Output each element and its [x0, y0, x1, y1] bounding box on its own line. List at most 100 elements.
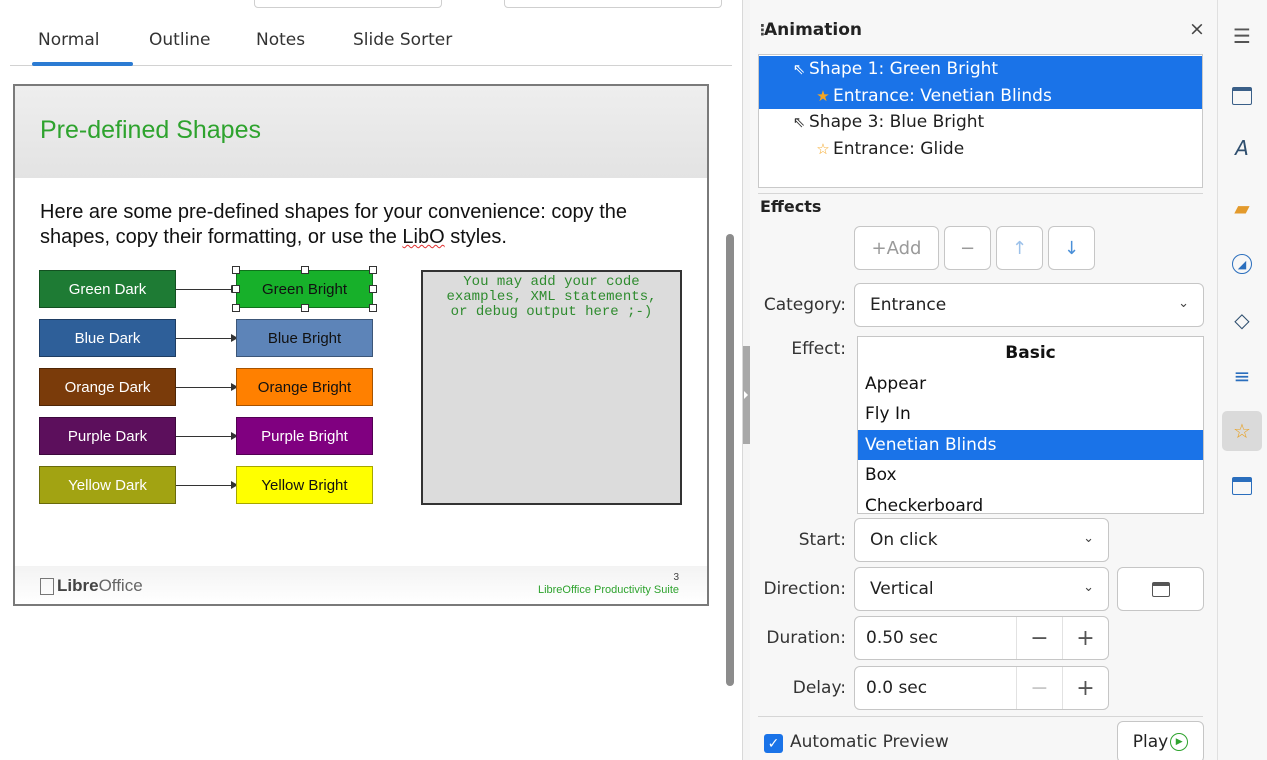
- shape-green-dark[interactable]: Green Dark: [39, 270, 176, 308]
- connector-arrow[interactable]: [176, 383, 238, 391]
- chevron-down-icon: ⌄: [1083, 531, 1094, 546]
- logo-text: Office: [98, 576, 143, 595]
- toolbar-control-partial[interactable]: [254, 0, 442, 8]
- delay-increase-button[interactable]: +: [1062, 667, 1108, 709]
- shape-orange-dark[interactable]: Orange Dark: [39, 368, 176, 406]
- selection-handle[interactable]: [232, 285, 240, 293]
- shape-yellow-dark[interactable]: Yellow Dark: [39, 466, 176, 504]
- effect-item[interactable]: Checkerboard: [858, 491, 1203, 513]
- selection-handle[interactable]: [232, 266, 240, 274]
- close-icon[interactable]: ×: [1189, 18, 1205, 40]
- slide-body-text[interactable]: Here are some pre-defined shapes for you…: [40, 200, 700, 250]
- slide-title[interactable]: Pre-defined Shapes: [40, 116, 261, 145]
- shape-yellow-bright[interactable]: Yellow Bright: [236, 466, 373, 504]
- effect-item[interactable]: Fly In: [858, 399, 1203, 430]
- effect-item[interactable]: Box: [858, 460, 1203, 491]
- effect-label: Effect:: [791, 339, 846, 359]
- tab-normal[interactable]: Normal: [38, 30, 100, 50]
- animation-item-label: Shape 1: Green Bright: [809, 59, 999, 80]
- pointer-icon: ⇖: [792, 60, 806, 79]
- tab-slide-sorter[interactable]: Slide Sorter: [353, 30, 452, 50]
- effect-group-header: Basic: [1005, 343, 1056, 364]
- connector-arrow[interactable]: [176, 334, 238, 342]
- animation-panel: ⋮ Animation × ⇖ Shape 1: Green Bright ★ En…: [750, 0, 1217, 760]
- shape-orange-bright[interactable]: Orange Bright: [236, 368, 373, 406]
- toolbar-control-partial[interactable]: [504, 0, 722, 8]
- duration-decrease-button[interactable]: −: [1016, 617, 1062, 659]
- shape-green-bright[interactable]: Green Bright: [236, 270, 373, 308]
- duration-increase-button[interactable]: +: [1062, 617, 1108, 659]
- animation-item-shape-1[interactable]: ⇖ Shape 1: Green Bright: [759, 56, 1202, 83]
- selection-handle[interactable]: [369, 304, 377, 312]
- shape-blue-dark[interactable]: Blue Dark: [39, 319, 176, 357]
- styles-icon[interactable]: A: [1222, 128, 1262, 168]
- duration-label: Duration:: [766, 628, 846, 648]
- app-window: Normal Outline Notes Slide Sorter Pre-de…: [0, 0, 1267, 760]
- tab-outline[interactable]: Outline: [149, 30, 211, 50]
- direction-dropdown[interactable]: Vertical ⌄: [854, 567, 1109, 611]
- selection-handle[interactable]: [301, 304, 309, 312]
- chevron-down-icon: ⌄: [1083, 580, 1094, 595]
- direction-value: Vertical: [870, 579, 934, 599]
- shape-purple-bright[interactable]: Purple Bright: [236, 417, 373, 455]
- connector-arrow[interactable]: [176, 432, 238, 440]
- tab-notes[interactable]: Notes: [256, 30, 305, 50]
- animation-icon[interactable]: ☆: [1222, 411, 1262, 451]
- selection-handle[interactable]: [369, 285, 377, 293]
- play-button[interactable]: Play ▶: [1117, 721, 1204, 760]
- start-dropdown[interactable]: On click ⌄: [854, 518, 1109, 562]
- active-tab-indicator: [32, 62, 133, 66]
- automatic-preview-label: Automatic Preview: [790, 732, 949, 752]
- properties-icon[interactable]: [1222, 76, 1262, 116]
- vertical-scrollbar[interactable]: [726, 234, 734, 686]
- navigator-icon[interactable]: ◢: [1222, 244, 1262, 284]
- gallery-icon[interactable]: ▰: [1222, 188, 1262, 228]
- animation-item-label: Shape 3: Blue Bright: [809, 112, 985, 133]
- duration-spinbox[interactable]: 0.50 sec − +: [854, 616, 1109, 660]
- shapes-icon[interactable]: ◇: [1222, 300, 1262, 340]
- slide-footer-text: LibreOffice Productivity Suite: [537, 584, 679, 596]
- add-effect-button[interactable]: +Add: [854, 226, 939, 270]
- delay-value[interactable]: 0.0 sec: [855, 678, 1016, 698]
- divider: [758, 716, 1203, 717]
- animation-item-entrance-venetian[interactable]: ★ Entrance: Venetian Blinds: [759, 82, 1202, 109]
- selection-handle[interactable]: [301, 266, 309, 274]
- sidebar-splitter[interactable]: [742, 0, 750, 760]
- selection-handle[interactable]: [369, 266, 377, 274]
- logo-bold-text: Libre: [57, 576, 99, 595]
- menu-icon[interactable]: ☰: [1222, 16, 1262, 56]
- code-line: You may add your code: [463, 274, 640, 290]
- animation-item-entrance-glide[interactable]: ☆ Entrance: Glide: [759, 136, 1202, 163]
- delay-decrease-button[interactable]: −: [1016, 667, 1062, 709]
- animation-item-shape-3[interactable]: ⇖ Shape 3: Blue Bright: [759, 109, 1202, 136]
- effect-options-button[interactable]: [1117, 567, 1204, 611]
- animation-list[interactable]: ⇖ Shape 1: Green Bright ★ Entrance: Veneti…: [758, 54, 1203, 188]
- effect-item-selected[interactable]: Venetian Blinds: [858, 429, 1203, 460]
- connector-arrow[interactable]: [176, 285, 238, 293]
- effect-list[interactable]: Basic Appear Fly In Venetian Blinds Box …: [857, 336, 1204, 514]
- star-icon: ☆: [816, 139, 830, 158]
- slide-canvas[interactable]: Pre-defined Shapes Here are some pre-def…: [13, 84, 709, 606]
- code-text-box[interactable]: You may add your code examples, XML stat…: [421, 270, 682, 505]
- effect-item[interactable]: Appear: [858, 369, 1203, 400]
- collapse-sidebar-handle[interactable]: [743, 346, 750, 444]
- category-label: Category:: [763, 295, 846, 315]
- pointer-icon: ⇖: [792, 113, 806, 132]
- move-down-button[interactable]: ↓: [1048, 226, 1095, 270]
- shape-blue-bright[interactable]: Blue Bright: [236, 319, 373, 357]
- automatic-preview-checkbox[interactable]: ✓: [764, 734, 783, 753]
- selection-handle[interactable]: [232, 304, 240, 312]
- slide-transition-icon[interactable]: ≡: [1222, 356, 1262, 396]
- category-value: Entrance: [870, 295, 947, 315]
- duration-value[interactable]: 0.50 sec: [855, 628, 1016, 648]
- category-dropdown[interactable]: Entrance ⌄: [854, 283, 1204, 327]
- document-icon: [40, 577, 54, 595]
- connector-arrow[interactable]: [176, 481, 238, 489]
- master-slides-icon[interactable]: [1222, 466, 1262, 506]
- move-up-button[interactable]: ↑: [996, 226, 1043, 270]
- delay-spinbox[interactable]: 0.0 sec − +: [854, 666, 1109, 710]
- effects-heading: Effects: [760, 197, 822, 216]
- remove-effect-button[interactable]: −: [944, 226, 991, 270]
- shape-purple-dark[interactable]: Purple Dark: [39, 417, 176, 455]
- start-label: Start:: [798, 530, 846, 550]
